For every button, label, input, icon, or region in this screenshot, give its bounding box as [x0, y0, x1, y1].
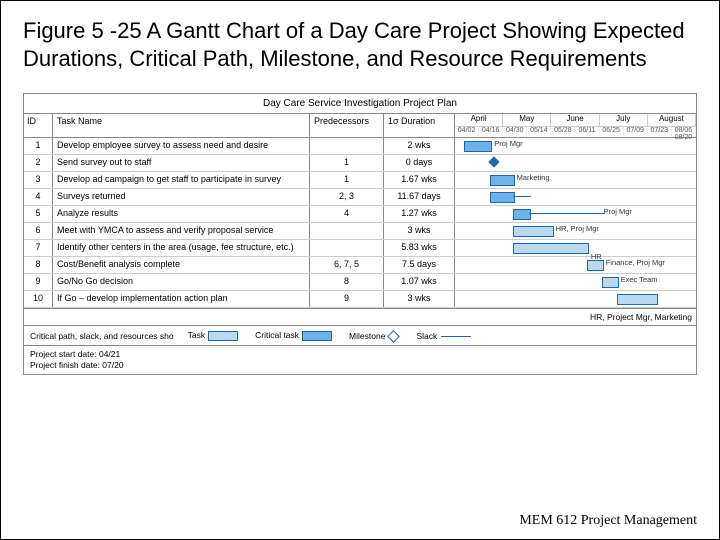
- date: 06/25: [600, 127, 624, 137]
- gantt-bar: [587, 260, 604, 271]
- resource-label: Finance, Proj Mgr: [606, 258, 665, 267]
- legend-milestone-icon: [388, 330, 401, 343]
- legend-task-box: [208, 331, 238, 341]
- gantt-bar: [513, 243, 589, 254]
- slack-line: [529, 213, 603, 214]
- table-row: 6Meet with YMCA to assess and verify pro…: [24, 223, 696, 240]
- date: 06/11: [575, 127, 599, 137]
- resource-label: Marketing: [517, 173, 550, 182]
- gantt-bar: [617, 294, 658, 305]
- milestone-icon: [489, 157, 500, 168]
- date: 05/14: [527, 127, 551, 137]
- resource-label: Proj Mgr: [494, 139, 522, 148]
- project-dates: Project start date: 04/21 Project finish…: [24, 345, 696, 374]
- gantt-bar: [513, 226, 554, 237]
- slide-footer: MEM 612 Project Management: [519, 513, 697, 529]
- table-row: 2Send survey out to staff10 days: [24, 155, 696, 172]
- date: 07/09: [624, 127, 648, 137]
- resource-label: Proj Mgr: [604, 207, 632, 216]
- gantt-bar: [490, 192, 514, 203]
- legend-critical-box: [302, 331, 332, 341]
- gantt-chart: Day Care Service Investigation Project P…: [23, 93, 697, 375]
- table-row: 5Analyze results41.27 wksProj Mgr: [24, 206, 696, 223]
- gantt-bar: [490, 175, 514, 186]
- table-row: 8Cost/Benefit analysis complete6, 7, 57.…: [24, 257, 696, 274]
- date: 08/06 08/20: [672, 127, 696, 137]
- timeline-header: April May June July August 04/02 04/16 0…: [455, 114, 696, 137]
- slack-line: [513, 196, 532, 197]
- col-pred: Predecessors: [310, 114, 384, 137]
- col-dur: 1σ Duration: [384, 114, 455, 137]
- gantt-bar: [513, 209, 532, 220]
- legend: Critical path, slack, and resources sho …: [24, 325, 696, 345]
- col-task: Task Name: [53, 114, 310, 137]
- month: August: [648, 114, 696, 126]
- date: 07/23: [648, 127, 672, 137]
- table-row: 9Go/No Go decision81.07 wksExec Team: [24, 274, 696, 291]
- table-header: ID Task Name Predecessors 1σ Duration Ap…: [24, 114, 696, 138]
- table-row: 1Develop employee survey to assess need …: [24, 138, 696, 155]
- month: June: [551, 114, 599, 126]
- resource-footer: HR, Project Mgr, Marketing: [24, 308, 696, 325]
- resource-label: Exec Team: [621, 275, 658, 284]
- table-row: 7Identify other centers in the area (usa…: [24, 240, 696, 257]
- gantt-bar: [602, 277, 619, 288]
- month: July: [600, 114, 648, 126]
- date: 04/02: [455, 127, 479, 137]
- col-id: ID: [24, 114, 53, 137]
- date: 04/30: [503, 127, 527, 137]
- resource-label: HR, Proj Mgr: [556, 224, 599, 233]
- month: May: [503, 114, 551, 126]
- date: 05/28: [551, 127, 575, 137]
- month: April: [455, 114, 503, 126]
- date: 04/16: [479, 127, 503, 137]
- table-row: 10If Go – develop implementation action …: [24, 291, 696, 308]
- table-row: 3Develop ad campaign to get staff to par…: [24, 172, 696, 189]
- legend-slack-line: [441, 336, 471, 337]
- legend-label: Critical path, slack, and resources sho: [30, 331, 174, 341]
- table-row: 4Surveys returned2, 311.67 days: [24, 189, 696, 206]
- figure-title: Figure 5 -25 A Gantt Chart of a Day Care…: [23, 17, 697, 73]
- plan-title: Day Care Service Investigation Project P…: [24, 94, 696, 114]
- gantt-bar: [464, 141, 492, 152]
